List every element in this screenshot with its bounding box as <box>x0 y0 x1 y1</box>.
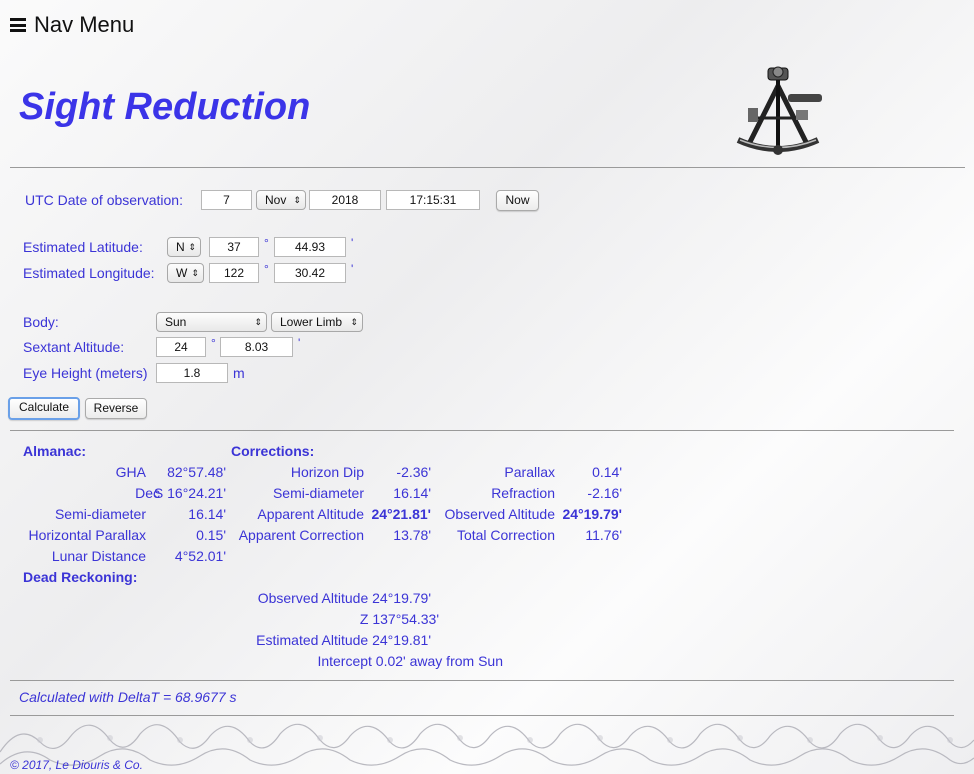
sextant-degrees-input[interactable]: 24 <box>156 337 206 357</box>
nav-menu-label: Nav Menu <box>34 12 135 37</box>
page-title: Sight Reduction <box>19 86 311 128</box>
day-input[interactable]: 7 <box>201 190 252 210</box>
lat-hemi-value: N <box>176 240 185 254</box>
month-select[interactable]: Nov ⇕ <box>256 190 306 210</box>
horizontal-parallax-value: 0.15' <box>196 527 226 543</box>
horizon-dip-label: Horizon Dip <box>290 464 364 480</box>
header-divider <box>10 167 965 168</box>
observed-altitude-label: Observed Altitude <box>444 506 555 522</box>
degree-symbol: ° <box>264 236 269 250</box>
eye-height-input[interactable]: 1.8 <box>156 363 228 383</box>
refraction-label: Refraction <box>491 485 555 501</box>
calculate-button[interactable]: Calculate <box>8 397 80 420</box>
corrections-header: Corrections: <box>231 443 315 459</box>
horizontal-parallax-label: Horizontal Parallax <box>28 527 147 543</box>
select-arrow-icon: ⇕ <box>188 242 196 252</box>
select-arrow-icon: ⇕ <box>191 268 199 278</box>
minute-symbol: ' <box>351 262 354 276</box>
sextant-icon <box>736 66 822 155</box>
select-arrow-icon: ⇕ <box>350 317 358 327</box>
almanac-semi-diameter-value: 16.14' <box>188 506 226 522</box>
copyright: © 2017, Le Diouris & Co. <box>10 758 143 772</box>
latitude-label: Estimated Latitude: <box>23 239 143 255</box>
year-input[interactable]: 2018 <box>309 190 381 210</box>
latitude-minutes-input[interactable]: 44.93 <box>274 237 346 257</box>
nav-menu-button[interactable]: Nav Menu <box>10 12 134 38</box>
latitude-degrees-input[interactable]: 37 <box>209 237 259 257</box>
results-divider <box>10 430 954 431</box>
minute-symbol: ' <box>298 336 301 350</box>
minute-symbol: ' <box>351 236 354 250</box>
select-arrow-icon: ⇕ <box>254 317 262 327</box>
lon-hemi-value: W <box>176 266 188 280</box>
limb-select[interactable]: Lower Limb ⇕ <box>271 312 363 332</box>
lunar-distance-label: Lunar Distance <box>51 548 146 564</box>
body-label: Body: <box>23 314 59 330</box>
lunar-distance-value: 4°52.01' <box>174 548 226 564</box>
dead-reckoning-header: Dead Reckoning: <box>23 569 138 585</box>
body-value: Sun <box>165 315 187 329</box>
longitude-hemisphere-select[interactable]: W ⇕ <box>167 263 204 283</box>
waves-decoration <box>0 723 974 766</box>
apparent-correction-label: Apparent Correction <box>238 527 364 543</box>
body-select[interactable]: Sun ⇕ <box>156 312 267 332</box>
select-arrow-icon: ⇕ <box>293 195 301 205</box>
gha-value: 82°57.48' <box>167 464 226 480</box>
almanac-header: Almanac: <box>23 443 87 459</box>
limb-value: Lower Limb <box>280 315 343 329</box>
refraction-value: -2.16' <box>587 485 622 501</box>
eye-height-label: Eye Height (meters) <box>23 365 148 381</box>
now-button[interactable]: Now <box>496 190 539 211</box>
time-input[interactable]: 17:15:31 <box>386 190 480 210</box>
delta-t-note: Calculated with DeltaT = 68.9677 s <box>19 689 237 705</box>
horizon-dip-value: -2.36' <box>396 464 431 480</box>
dr-observed-altitude: Observed Altitude 24°19.79' <box>257 590 431 606</box>
month-value: Nov <box>265 193 287 207</box>
reverse-button[interactable]: Reverse <box>85 398 147 419</box>
degree-symbol: ° <box>211 336 216 350</box>
longitude-degrees-input[interactable]: 122 <box>209 263 259 283</box>
gha-label: GHA <box>115 464 146 480</box>
longitude-minutes-input[interactable]: 30.42 <box>274 263 346 283</box>
total-correction-value: 11.76' <box>585 527 622 543</box>
apparent-altitude-value: 24°21.81' <box>371 506 431 522</box>
parallax-label: Parallax <box>504 464 555 480</box>
sextant-minutes-input[interactable]: 8.03 <box>220 337 293 357</box>
hamburger-icon <box>10 18 26 32</box>
corrections-semi-diameter-label: Semi-diameter <box>272 485 364 501</box>
degree-symbol: ° <box>264 262 269 276</box>
latitude-hemisphere-select[interactable]: N ⇕ <box>167 237 201 257</box>
observed-altitude-value: 24°19.79' <box>562 506 622 522</box>
dr-azimuth: Z 137°54.33' <box>359 611 439 627</box>
parallax-value: 0.14' <box>592 464 622 480</box>
corrections-semi-diameter-value: 16.14' <box>393 485 431 501</box>
longitude-label: Estimated Longitude: <box>23 265 155 281</box>
footer-divider-top <box>10 680 954 681</box>
apparent-altitude-label: Apparent Altitude <box>257 506 364 522</box>
almanac-semi-diameter-label: Semi-diameter <box>54 506 146 522</box>
dr-intercept: Intercept 0.02' away from Sun <box>317 653 503 669</box>
sextant-altitude-label: Sextant Altitude: <box>23 339 125 355</box>
eye-height-unit: m <box>233 365 245 381</box>
apparent-correction-value: 13.78' <box>393 527 431 543</box>
dec-value: S 16°24.21' <box>153 485 226 501</box>
dr-estimated-altitude: Estimated Altitude 24°19.81' <box>256 632 431 648</box>
total-correction-label: Total Correction <box>456 527 555 543</box>
date-label: UTC Date of observation: <box>25 192 183 208</box>
